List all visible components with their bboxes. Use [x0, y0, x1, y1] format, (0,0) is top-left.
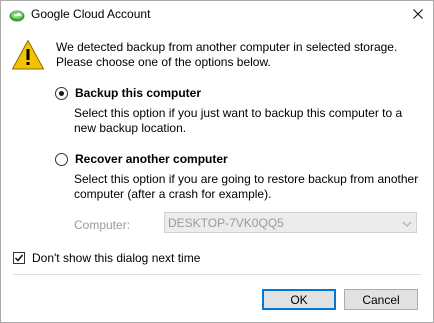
checkmark-icon [15, 254, 24, 262]
divider [13, 274, 421, 275]
ok-button[interactable]: OK [262, 289, 336, 310]
dont-show-option[interactable]: Don't show this dialog next time [13, 251, 200, 265]
warning-icon [11, 39, 45, 71]
window-title: Google Cloud Account [31, 7, 151, 21]
computer-select: DESKTOP-7VK0QQ5 [164, 212, 417, 233]
recover-another-computer-option[interactable]: Recover another computer [55, 152, 228, 166]
recover-radio[interactable] [55, 152, 68, 166]
recover-option-label[interactable]: Recover another computer [75, 152, 228, 166]
info-message: We detected backup from another computer… [56, 40, 398, 69]
backup-radio[interactable] [55, 86, 68, 100]
dont-show-checkbox[interactable] [13, 252, 25, 264]
backup-option-label[interactable]: Backup this computer [75, 86, 201, 100]
close-button[interactable] [403, 1, 433, 29]
computer-select-value: DESKTOP-7VK0QQ5 [168, 216, 284, 230]
cancel-button[interactable]: Cancel [344, 289, 418, 310]
dont-show-label[interactable]: Don't show this dialog next time [32, 251, 200, 265]
title-bar[interactable]: Google Cloud Account [1, 1, 433, 29]
recover-option-description: Select this option if you are going to r… [74, 172, 419, 201]
computer-label: Computer: [74, 218, 131, 232]
chevron-down-icon [402, 218, 412, 228]
backup-this-computer-option[interactable]: Backup this computer [55, 86, 201, 100]
cloud-app-icon [9, 7, 25, 23]
dialog-window: Google Cloud Account We detected backup … [0, 0, 434, 323]
backup-option-description: Select this option if you just want to b… [74, 106, 403, 135]
close-icon [413, 8, 423, 22]
